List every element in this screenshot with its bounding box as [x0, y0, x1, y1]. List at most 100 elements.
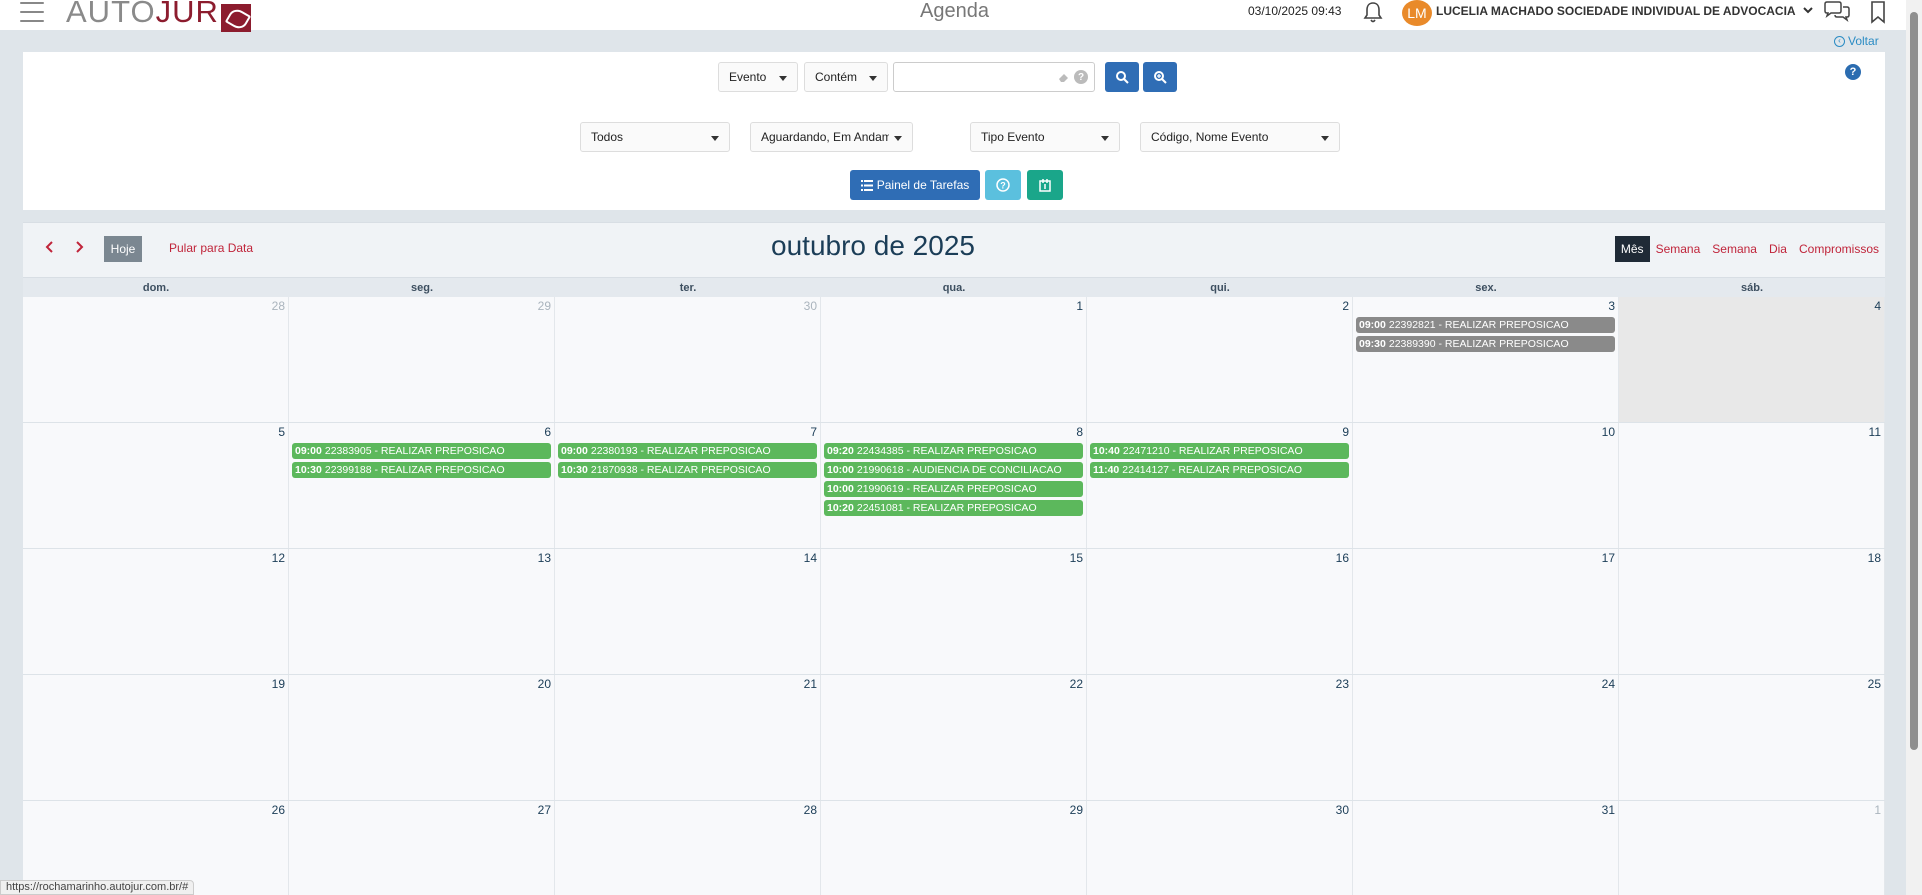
day-cell[interactable]: 16: [1087, 549, 1353, 674]
calendar-event[interactable]: 10:40 22471210 - REALIZAR PREPOSICAO: [1090, 443, 1349, 459]
day-cell[interactable]: 8 09:20 22434385 - REALIZAR PREPOSICAO 10:0…: [821, 423, 1087, 548]
day-cell[interactable]: 14: [555, 549, 821, 674]
day-cell[interactable]: 18: [1619, 549, 1885, 674]
view-day[interactable]: Dia: [1763, 242, 1793, 256]
day-number[interactable]: 19: [272, 677, 285, 691]
search-button[interactable]: [1105, 62, 1139, 92]
day-cell[interactable]: 25: [1619, 675, 1885, 800]
day-cell[interactable]: 13: [289, 549, 555, 674]
field-select[interactable]: Evento: [718, 62, 798, 92]
day-number[interactable]: 3: [1608, 299, 1615, 313]
day-cell[interactable]: 15: [821, 549, 1087, 674]
day-number[interactable]: 5: [278, 425, 285, 439]
day-cell[interactable]: 28: [555, 801, 821, 895]
calendar-event[interactable]: 10:30 21870938 - REALIZAR PREPOSICAO: [558, 462, 817, 478]
day-number[interactable]: 1: [1076, 299, 1083, 313]
day-cell[interactable]: 11: [1619, 423, 1885, 548]
day-cell[interactable]: 29: [821, 801, 1087, 895]
calendar-event[interactable]: 09:20 22434385 - REALIZAR PREPOSICAO: [824, 443, 1083, 459]
view-week-alt[interactable]: Semana: [1706, 242, 1763, 256]
day-cell[interactable]: 6 09:00 22383905 - REALIZAR PREPOSICAO 10:3…: [289, 423, 555, 548]
bookmark-icon[interactable]: [1867, 0, 1889, 24]
day-number[interactable]: 29: [1070, 803, 1083, 817]
day-cell[interactable]: 27: [289, 801, 555, 895]
search-input[interactable]: ?: [893, 62, 1095, 92]
day-number[interactable]: 10: [1602, 425, 1615, 439]
responsible-select[interactable]: Todos: [580, 122, 730, 152]
day-cell[interactable]: 22: [821, 675, 1087, 800]
calendar-event[interactable]: 11:40 22414127 - REALIZAR PREPOSICAO: [1090, 462, 1349, 478]
day-cell[interactable]: 4: [1619, 297, 1885, 422]
day-cell[interactable]: 17: [1353, 549, 1619, 674]
day-number[interactable]: 8: [1076, 425, 1083, 439]
day-cell[interactable]: 30: [1087, 801, 1353, 895]
day-cell[interactable]: 28: [23, 297, 289, 422]
day-number[interactable]: 11: [1869, 425, 1881, 439]
day-cell[interactable]: 30: [555, 297, 821, 422]
calendar-event[interactable]: 09:00 22380193 - REALIZAR PREPOSICAO: [558, 443, 817, 459]
day-number[interactable]: 25: [1868, 677, 1881, 691]
chevron-down-icon[interactable]: [1802, 3, 1814, 17]
day-number[interactable]: 4: [1874, 299, 1881, 313]
calendar-event[interactable]: 10:00 21990618 - AUDIENCIA DE CONCILIACAO: [824, 462, 1083, 478]
today-button[interactable]: Hoje: [104, 236, 142, 262]
day-number[interactable]: 18: [1868, 551, 1881, 565]
day-cell[interactable]: 23: [1087, 675, 1353, 800]
day-number[interactable]: 14: [804, 551, 817, 565]
day-number[interactable]: 9: [1342, 425, 1349, 439]
day-cell[interactable]: 19: [23, 675, 289, 800]
chevron-left-icon[interactable]: [43, 237, 57, 257]
event-type-select[interactable]: Tipo Evento: [970, 122, 1120, 152]
help-button[interactable]: ?: [985, 170, 1021, 200]
day-cell[interactable]: 5: [23, 423, 289, 548]
bell-icon[interactable]: [1362, 0, 1384, 24]
day-cell[interactable]: 24: [1353, 675, 1619, 800]
day-cell[interactable]: 3 09:00 22392821 - REALIZAR PREPOSICAO 09:3…: [1353, 297, 1619, 422]
day-cell[interactable]: 29: [289, 297, 555, 422]
day-cell[interactable]: 2: [1087, 297, 1353, 422]
view-appointments[interactable]: Compromissos: [1793, 242, 1885, 256]
day-number[interactable]: 7: [810, 425, 817, 439]
day-number[interactable]: 28: [272, 299, 285, 313]
day-number[interactable]: 28: [804, 803, 817, 817]
day-number[interactable]: 27: [538, 803, 551, 817]
advanced-search-button[interactable]: [1143, 62, 1177, 92]
day-cell[interactable]: 10: [1353, 423, 1619, 548]
chevron-right-icon[interactable]: [72, 237, 86, 257]
question-icon[interactable]: ?: [1074, 70, 1088, 84]
avatar[interactable]: LM: [1402, 0, 1432, 26]
eraser-icon[interactable]: [1058, 71, 1070, 83]
day-number[interactable]: 21: [804, 677, 817, 691]
day-cell[interactable]: 21: [555, 675, 821, 800]
jump-to-date-link[interactable]: Pular para Data: [169, 241, 253, 255]
chat-icon[interactable]: [1822, 0, 1852, 24]
day-number[interactable]: 1: [1874, 803, 1881, 817]
calendar-event[interactable]: 10:00 21990619 - REALIZAR PREPOSICAO: [824, 481, 1083, 497]
view-week[interactable]: Semana: [1650, 242, 1707, 256]
scrollbar-thumb[interactable]: [1910, 12, 1918, 750]
day-number[interactable]: 2: [1342, 299, 1349, 313]
day-cell[interactable]: 7 09:00 22380193 - REALIZAR PREPOSICAO 10:3…: [555, 423, 821, 548]
menu-icon[interactable]: [20, 2, 44, 22]
back-link[interactable]: ‹ Voltar: [1834, 34, 1879, 48]
day-number[interactable]: 17: [1602, 551, 1615, 565]
day-number[interactable]: 20: [538, 677, 551, 691]
day-number[interactable]: 15: [1070, 551, 1083, 565]
day-number[interactable]: 24: [1602, 677, 1615, 691]
day-cell[interactable]: 1: [1619, 801, 1885, 895]
day-number[interactable]: 22: [1070, 677, 1083, 691]
status-select[interactable]: Aguardando, Em Andamento, I: [750, 122, 913, 152]
help-icon[interactable]: ?: [1845, 64, 1861, 80]
view-month[interactable]: Mês: [1614, 236, 1650, 262]
day-cell[interactable]: 9 10:40 22471210 - REALIZAR PREPOSICAO 11:4…: [1087, 423, 1353, 548]
day-number[interactable]: 26: [272, 803, 285, 817]
day-number[interactable]: 31: [1602, 803, 1615, 817]
day-number[interactable]: 6: [544, 425, 551, 439]
user-name[interactable]: LUCELIA MACHADO SOCIEDADE INDIVIDUAL DE …: [1436, 4, 1796, 18]
day-number[interactable]: 23: [1336, 677, 1349, 691]
day-cell[interactable]: 12: [23, 549, 289, 674]
day-number[interactable]: 12: [272, 551, 285, 565]
day-number[interactable]: 16: [1336, 551, 1349, 565]
day-number[interactable]: 30: [1336, 803, 1349, 817]
display-format-select[interactable]: Código, Nome Evento: [1140, 122, 1340, 152]
